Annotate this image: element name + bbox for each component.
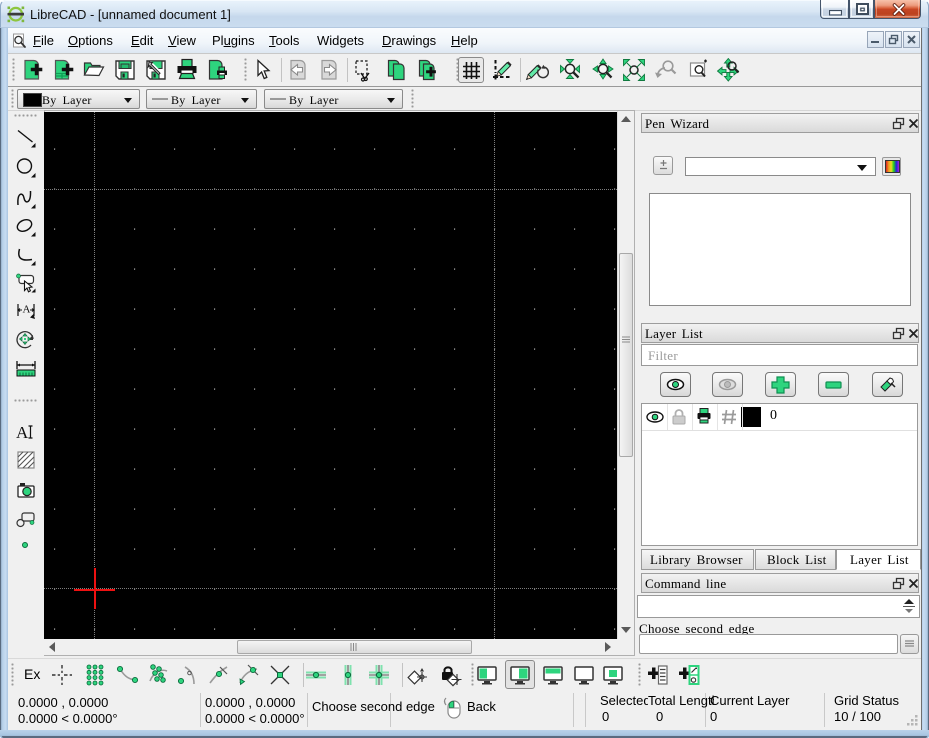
- svg-text:A: A: [16, 423, 29, 442]
- svg-text:A: A: [23, 304, 31, 316]
